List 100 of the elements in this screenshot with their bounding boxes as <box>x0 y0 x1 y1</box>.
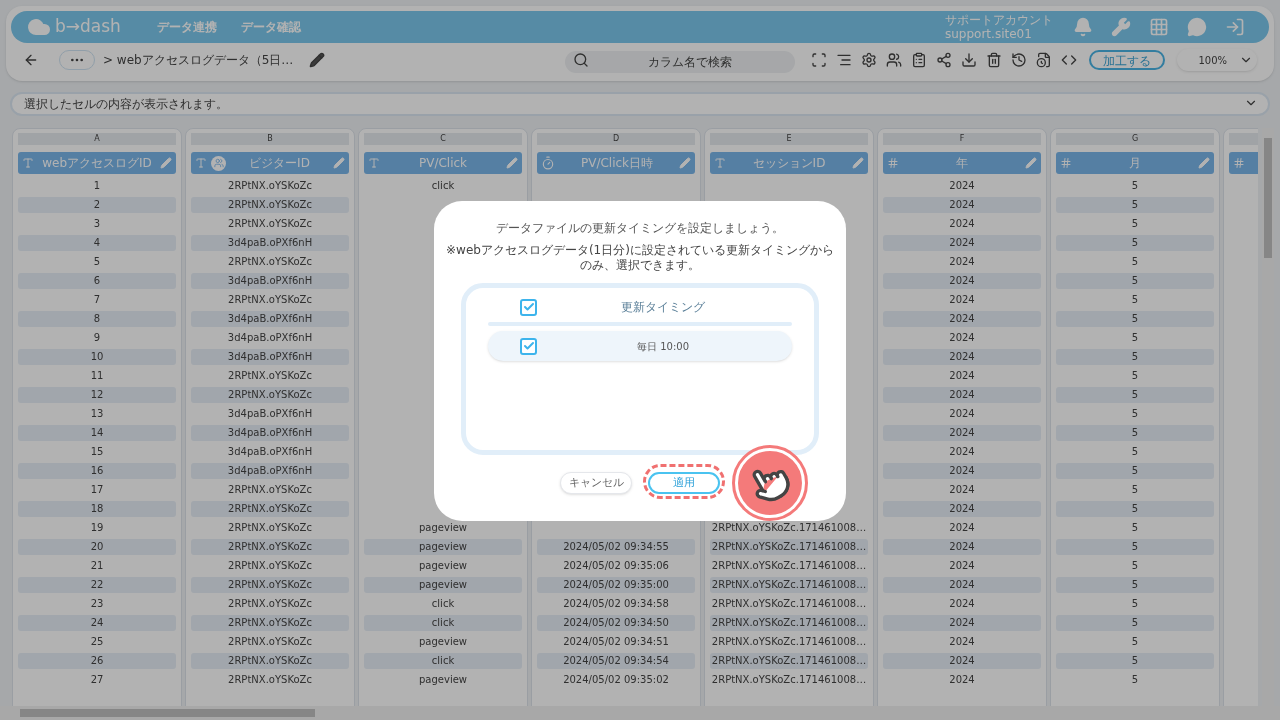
column-letter[interactable]: D <box>537 133 695 145</box>
table-cell[interactable]: 9 <box>18 329 176 346</box>
table-cell[interactable]: 2RPtNX.oYSKoZc.171461008… <box>710 557 868 574</box>
table-cell[interactable]: 2024/05/02 09:35:02 <box>537 671 695 688</box>
table-cell[interactable]: 5 <box>1056 367 1214 384</box>
table-cell[interactable]: 5 <box>1056 614 1214 631</box>
table-cell[interactable]: 2RPtNX.oYSKoZc <box>191 519 349 536</box>
table-cell[interactable]: 2024 <box>883 481 1041 498</box>
table-cell[interactable]: 2RPtNX.oYSKoZc <box>191 177 349 194</box>
cancel-button[interactable]: キャンセル <box>560 472 632 495</box>
table-cell[interactable]: 2RPtNX.oYSKoZc <box>191 291 349 308</box>
fullscreen-icon[interactable] <box>811 52 827 68</box>
table-cell[interactable]: 2RPtNX.oYSKoZc <box>191 386 349 403</box>
table-cell[interactable]: 2024/05/02 09:35:00 <box>537 576 695 593</box>
table-cell[interactable]: 2RPtNX.oYSKoZc.171461008… <box>710 595 868 612</box>
table-cell[interactable]: 2024 <box>883 234 1041 251</box>
breadcrumb[interactable]: > webアクセスログデータ（5日… <box>103 52 294 68</box>
table-cell[interactable]: click <box>364 177 522 194</box>
table-cell[interactable]: pageview <box>364 557 522 574</box>
table-cell[interactable]: 25 <box>18 633 176 650</box>
table-cell[interactable]: 4 <box>18 234 176 251</box>
table-cell[interactable]: 24 <box>18 614 176 631</box>
column-letter[interactable]: A <box>18 133 176 145</box>
table-cell[interactable]: 11 <box>18 367 176 384</box>
table-cell[interactable]: 2RPtNX.oYSKoZc.171461008… <box>710 519 868 536</box>
table-cell[interactable]: 2RPtNX.oYSKoZc <box>191 196 349 213</box>
table-cell[interactable]: 2024 <box>883 424 1041 441</box>
table-cell[interactable]: 3d4paB.oPXf6nH <box>191 234 349 251</box>
table-cell[interactable]: 5 <box>1056 215 1214 232</box>
table-cell[interactable]: 5 <box>1056 310 1214 327</box>
table-cell[interactable]: 2RPtNX.oYSKoZc.171461008… <box>710 538 868 555</box>
table-cell[interactable]: 2RPtNX.oYSKoZc.171461008… <box>710 614 868 631</box>
column-letter[interactable]: B <box>191 133 349 145</box>
grid-icon[interactable] <box>1149 17 1169 37</box>
table-cell[interactable]: 5 <box>1056 500 1214 517</box>
table-cell[interactable]: 2024 <box>883 329 1041 346</box>
table-cell[interactable]: click <box>364 652 522 669</box>
table-cell[interactable]: 5 <box>1056 481 1214 498</box>
table-cell[interactable]: 5 <box>1056 519 1214 536</box>
table-cell[interactable]: 5 <box>1056 272 1214 289</box>
table-cell[interactable]: 2RPtNX.oYSKoZc <box>191 557 349 574</box>
table-cell[interactable]: 23 <box>18 595 176 612</box>
logout-icon[interactable] <box>1225 17 1245 37</box>
settings-icon[interactable] <box>861 52 877 68</box>
timing-option[interactable]: 毎日 10:00 <box>488 331 792 361</box>
table-cell[interactable]: 21 <box>18 557 176 574</box>
table-cell[interactable]: 2024 <box>883 310 1041 327</box>
table-cell[interactable]: 2024 <box>883 538 1041 555</box>
table-cell[interactable]: 5 <box>1056 557 1214 574</box>
table-cell[interactable]: 26 <box>18 652 176 669</box>
table-cell[interactable]: 6 <box>18 272 176 289</box>
table-cell[interactable]: 2RPtNX.oYSKoZc <box>191 367 349 384</box>
checkbox[interactable] <box>520 337 537 355</box>
table-cell[interactable]: 5 <box>1056 348 1214 365</box>
table-cell[interactable]: 2RPtNX.oYSKoZc <box>191 253 349 270</box>
table-cell[interactable]: 2024 <box>883 614 1041 631</box>
column-letter[interactable]: G <box>1056 133 1214 145</box>
table-cell[interactable]: pageview <box>364 538 522 555</box>
table-cell[interactable]: 5 <box>1056 291 1214 308</box>
column-letter[interactable]: C <box>364 133 522 145</box>
table-cell[interactable]: 2RPtNX.oYSKoZc.171461008… <box>710 633 868 650</box>
table-cell[interactable]: 8 <box>18 310 176 327</box>
table-cell[interactable]: 3d4paB.oPXf6nH <box>191 405 349 422</box>
table-cell[interactable]: 2RPtNX.oYSKoZc <box>191 538 349 555</box>
table-cell[interactable]: 2RPtNX.oYSKoZc <box>191 595 349 612</box>
table-cell[interactable]: 27 <box>18 671 176 688</box>
table-cell[interactable]: 5 <box>1056 177 1214 194</box>
table-cell[interactable]: 5 <box>1056 462 1214 479</box>
table-cell[interactable]: 2RPtNX.oYSKoZc <box>191 652 349 669</box>
table-cell[interactable]: 2RPtNX.oYSKoZc.171461008… <box>710 671 868 688</box>
table-cell[interactable]: 3d4paB.oPXf6nH <box>191 272 349 289</box>
table-cell[interactable]: 5 <box>1056 595 1214 612</box>
chat-icon[interactable] <box>1187 17 1207 37</box>
table-cell[interactable]: 5 <box>1056 576 1214 593</box>
table-cell[interactable]: 2024 <box>883 196 1041 213</box>
search-field[interactable]: カラム名で検索 <box>565 51 795 73</box>
table-cell[interactable]: click <box>364 595 522 612</box>
table-cell[interactable]: 2024 <box>883 671 1041 688</box>
table-cell[interactable]: 2RPtNX.oYSKoZc.171461008… <box>710 576 868 593</box>
table-cell[interactable]: 5 <box>1056 424 1214 441</box>
table-cell[interactable]: 2024 <box>883 633 1041 650</box>
table-cell[interactable]: 2024 <box>883 443 1041 460</box>
table-cell[interactable]: 2024/05/02 09:34:50 <box>537 614 695 631</box>
table-cell[interactable]: pageview <box>364 633 522 650</box>
table-cell[interactable]: 7 <box>18 291 176 308</box>
trash-icon[interactable] <box>986 52 1002 68</box>
table-cell[interactable]: 2RPtNX.oYSKoZc <box>191 215 349 232</box>
apply-button[interactable]: 適用 <box>648 472 720 495</box>
table-cell[interactable]: 5 <box>1056 386 1214 403</box>
table-cell[interactable]: 3d4paB.oPXf6nH <box>191 424 349 441</box>
table-cell[interactable]: pageview <box>364 576 522 593</box>
table-cell[interactable]: 2024 <box>883 177 1041 194</box>
column-letter[interactable]: E <box>710 133 868 145</box>
table-cell[interactable]: 16 <box>18 462 176 479</box>
table-cell[interactable]: 2RPtNX.oYSKoZc <box>191 633 349 650</box>
table-cell[interactable]: pageview <box>364 671 522 688</box>
bell-icon[interactable] <box>1073 17 1093 37</box>
table-cell[interactable]: 20 <box>18 538 176 555</box>
clipboard-icon[interactable] <box>911 52 927 68</box>
download-icon[interactable] <box>961 52 977 68</box>
